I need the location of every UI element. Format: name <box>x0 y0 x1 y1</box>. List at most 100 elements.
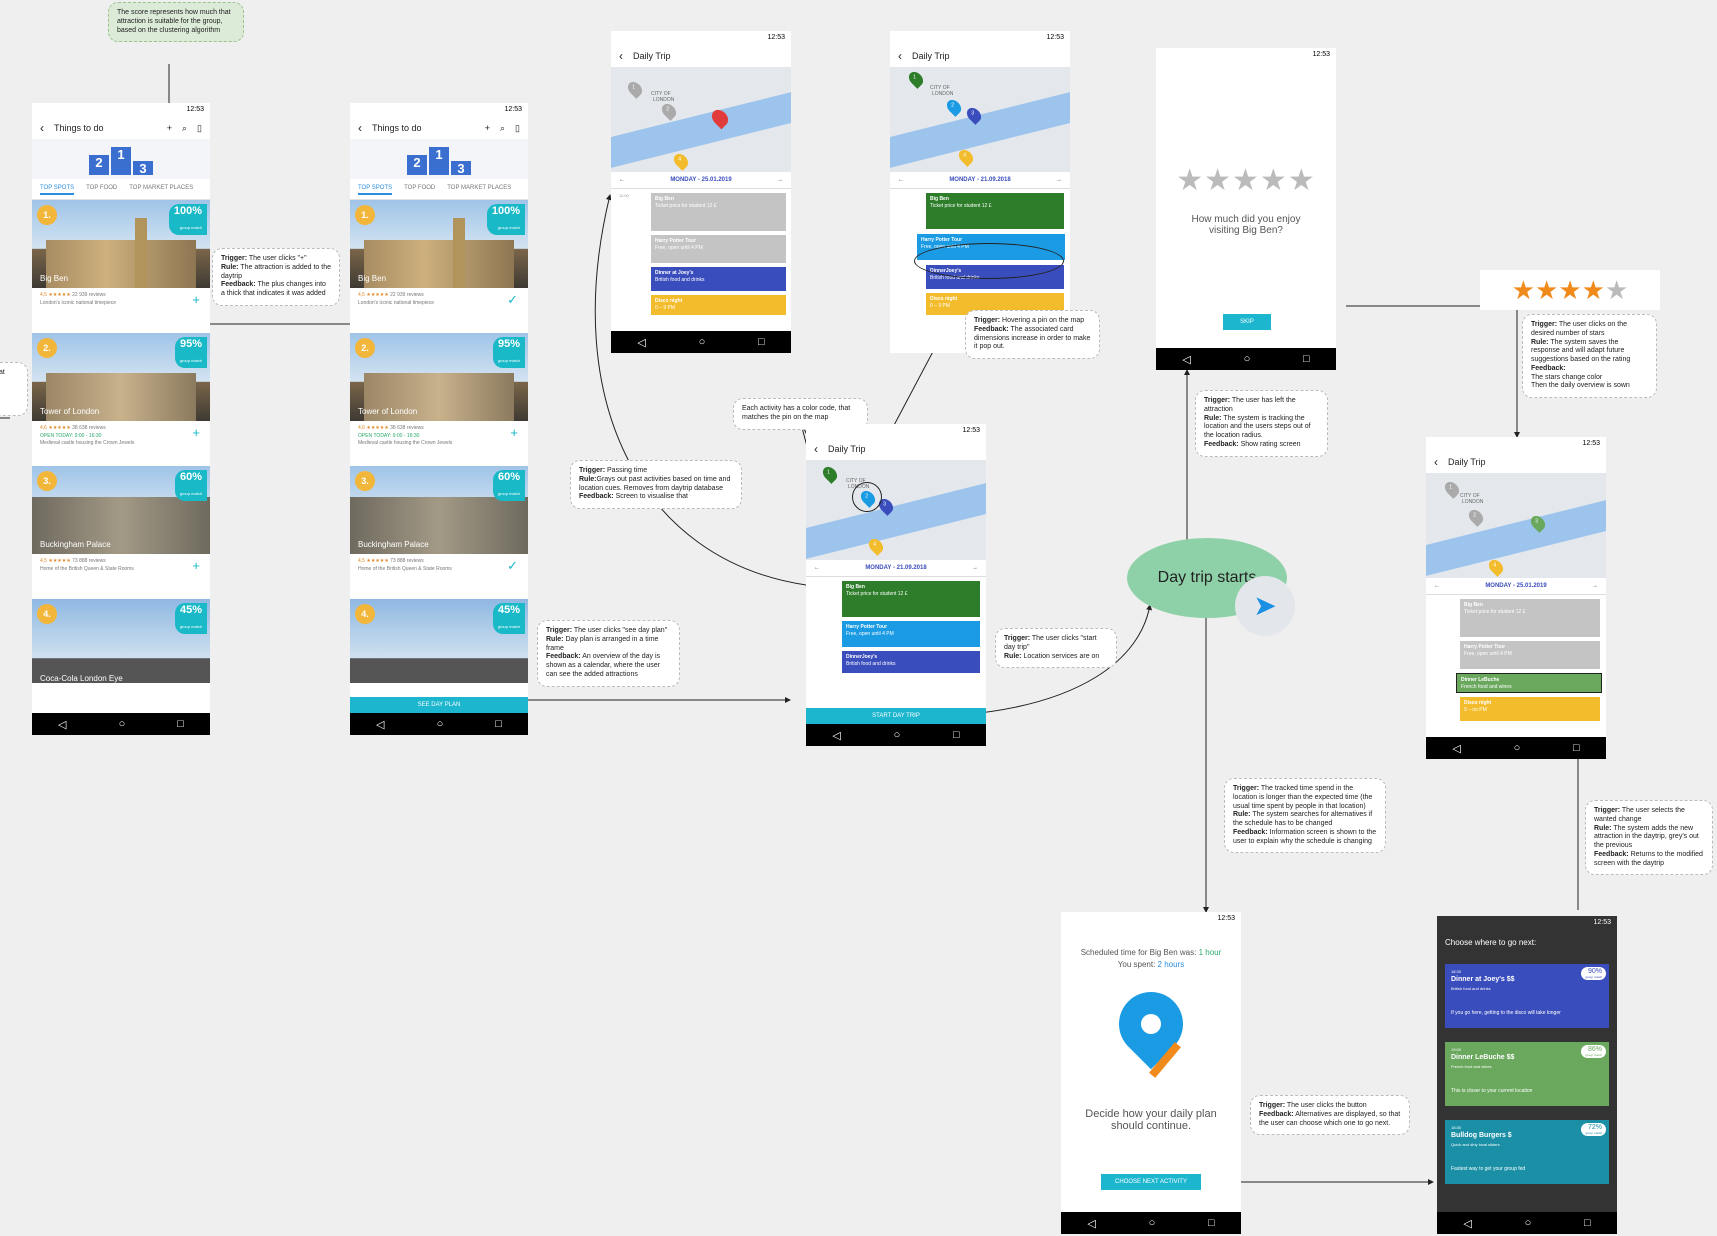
prev-day-arrow[interactable]: ← <box>1434 583 1440 589</box>
next-day-arrow[interactable]: → <box>1592 583 1598 589</box>
event-card[interactable]: Harry Potter Tour Free, open until 4 PM <box>1460 641 1600 669</box>
home-nav-icon[interactable]: ○ <box>119 718 126 730</box>
recents-nav-icon[interactable]: □ <box>1208 1217 1215 1229</box>
map-pin[interactable]: 1 <box>1442 479 1462 499</box>
start-day-trip-button[interactable]: START DAY TRIP <box>806 708 986 724</box>
trip-map[interactable]: CITY OF LONDON 1 2 3 4 <box>890 67 1070 172</box>
add-button[interactable]: + <box>192 426 200 439</box>
map-icon[interactable]: ▯ <box>515 123 520 134</box>
recents-nav-icon[interactable]: □ <box>953 729 960 741</box>
attraction-card[interactable]: 1. 100% group match Big Ben 4,5 ★★★★★ 22 … <box>32 200 210 333</box>
back-nav-icon[interactable]: ◁ <box>58 718 66 731</box>
tab-top-spots[interactable]: TOP SPOTS <box>358 185 393 195</box>
trip-map[interactable]: CITY OF LONDON 1 2 4 <box>611 67 791 172</box>
tab-top-food[interactable]: TOP FOOD <box>404 185 435 195</box>
add-button[interactable]: + <box>192 559 200 572</box>
see-day-plan-button[interactable]: SEE DAY PLAN <box>350 697 528 713</box>
back-icon[interactable]: ‹ <box>40 121 44 135</box>
back-icon[interactable]: ‹ <box>1434 455 1438 469</box>
home-nav-icon[interactable]: ○ <box>1525 1217 1532 1229</box>
add-button[interactable]: + <box>192 293 200 306</box>
back-icon[interactable]: ‹ <box>358 121 362 135</box>
attraction-card[interactable]: 3. 60% group match Buckingham Palace 4,5 … <box>32 466 210 599</box>
home-nav-icon[interactable]: ○ <box>699 336 706 348</box>
prev-day-arrow[interactable]: ← <box>898 177 904 183</box>
add-icon[interactable]: + <box>485 123 490 134</box>
added-check-icon[interactable]: ✓ <box>507 293 518 306</box>
map-pin[interactable]: 4 <box>956 147 976 167</box>
alternative-card[interactable]: 18:30 Bulldog Burgers $ Quick and dirty … <box>1445 1120 1609 1184</box>
home-nav-icon[interactable]: ○ <box>1244 353 1251 365</box>
map-pin[interactable]: 2 <box>944 97 964 117</box>
event-card[interactable]: Big Ben Ticket price for student 12 £ <box>926 193 1064 229</box>
next-day-arrow[interactable]: → <box>1056 177 1062 183</box>
home-nav-icon[interactable]: ○ <box>1514 742 1521 754</box>
added-check-icon[interactable]: ✓ <box>507 559 518 572</box>
prev-day-arrow[interactable]: ← <box>814 565 820 571</box>
event-card[interactable]: Harry Potter Tour Free, open until 4 PM <box>842 621 980 647</box>
back-nav-icon[interactable]: ◁ <box>376 718 384 731</box>
rated-stars[interactable]: ★★★★★ <box>1480 270 1660 310</box>
android-nav-bar: ◁ ○ □ <box>806 724 986 746</box>
map-pin[interactable]: 1 <box>820 464 840 484</box>
alternative-card[interactable]: 19:00 Dinner LeBuche $$ French food and … <box>1445 1042 1609 1106</box>
event-card[interactable]: Big Ben Ticket price for student 12 £ <box>651 193 786 231</box>
add-button[interactable]: + <box>510 426 518 439</box>
tab-top-food[interactable]: TOP FOOD <box>86 185 117 195</box>
rating-stars[interactable]: ★★★★★ <box>1156 163 1336 198</box>
back-nav-icon[interactable]: ◁ <box>1463 1217 1471 1230</box>
map-pin[interactable]: 4 <box>671 151 691 171</box>
map-icon[interactable]: ▯ <box>197 123 202 134</box>
back-icon[interactable]: ‹ <box>898 49 902 63</box>
back-icon[interactable]: ‹ <box>619 49 623 63</box>
recents-nav-icon[interactable]: □ <box>1303 353 1310 365</box>
map-pin[interactable]: 2 <box>659 101 679 121</box>
event-card[interactable]: Harry Potter Tour Free, open until 4 PM <box>651 235 786 263</box>
map-pin[interactable]: 4 <box>1486 557 1506 577</box>
attraction-card[interactable]: 3. 60% group match Buckingham Palace 4,5 … <box>350 466 528 599</box>
search-icon[interactable]: ⌕ <box>500 123 505 134</box>
event-card[interactable]: Big Ben Ticket price for student 12 £ <box>1460 599 1600 637</box>
day-timeline: 11:00 Big Ben Ticket price for student 12… <box>611 189 791 339</box>
home-nav-icon[interactable]: ○ <box>1149 1217 1156 1229</box>
trip-map[interactable]: CITY OF LONDON 1 2 3 4 <box>806 460 986 560</box>
attraction-card[interactable]: 1. 100% group match Big Ben 4,5 ★★★★★ 22 … <box>350 200 528 333</box>
alternatives-screen: 12:53 Choose where to go next: 18:30 Din… <box>1437 916 1617 1234</box>
alternative-card[interactable]: 18:30 Dinner at Joey's $$ British food a… <box>1445 964 1609 1028</box>
home-nav-icon[interactable]: ○ <box>437 718 444 730</box>
event-card[interactable]: Disco night 9 – no PM <box>1460 697 1600 721</box>
recents-nav-icon[interactable]: □ <box>758 336 765 348</box>
event-card-new[interactable]: Dinner LeBuche French food and wines <box>1456 673 1602 693</box>
recents-nav-icon[interactable]: □ <box>177 718 184 730</box>
next-day-arrow[interactable]: → <box>777 177 783 183</box>
attraction-card[interactable]: 2. 95% group match Tower of London 4,6 ★★… <box>32 333 210 466</box>
event-card[interactable]: Dinner at Joey's British food and drinks <box>651 267 786 291</box>
recents-nav-icon[interactable]: □ <box>1584 1217 1591 1229</box>
back-nav-icon[interactable]: ◁ <box>832 729 840 742</box>
trip-map[interactable]: CITY OF LONDON 1 2 3 4 <box>1426 473 1606 578</box>
event-card[interactable]: Big Ben Ticket price for student 12 £ <box>842 581 980 617</box>
event-card[interactable]: Disco night 0 – 9 PM <box>651 295 786 315</box>
back-nav-icon[interactable]: ◁ <box>1452 742 1460 755</box>
recents-nav-icon[interactable]: □ <box>495 718 502 730</box>
attraction-card[interactable]: 2. 95% group match Tower of London 4,6 ★★… <box>350 333 528 466</box>
back-nav-icon[interactable]: ◁ <box>637 336 645 349</box>
prev-day-arrow[interactable]: ← <box>619 177 625 183</box>
next-day-arrow[interactable]: → <box>972 565 978 571</box>
choose-next-activity-button[interactable]: CHOOSE NEXT ACTIVITY <box>1101 1174 1201 1190</box>
back-nav-icon[interactable]: ◁ <box>1087 1217 1095 1230</box>
tab-top-market-places[interactable]: TOP MARKET PLACES <box>129 185 193 195</box>
map-pin[interactable]: 2 <box>1466 507 1486 527</box>
skip-button[interactable]: SKIP <box>1223 314 1271 330</box>
search-icon[interactable]: ⌕ <box>182 123 187 134</box>
map-pin[interactable]: 1 <box>906 69 926 89</box>
tab-top-market-places[interactable]: TOP MARKET PLACES <box>447 185 511 195</box>
map-pin[interactable]: 1 <box>625 79 645 99</box>
home-nav-icon[interactable]: ○ <box>894 729 901 741</box>
recents-nav-icon[interactable]: □ <box>1573 742 1580 754</box>
event-card[interactable]: DinnerJoey's British food and drinks <box>842 651 980 673</box>
back-nav-icon[interactable]: ◁ <box>1182 353 1190 366</box>
add-icon[interactable]: + <box>167 123 172 134</box>
tab-top-spots[interactable]: TOP SPOTS <box>40 185 75 195</box>
back-icon[interactable]: ‹ <box>814 442 818 456</box>
